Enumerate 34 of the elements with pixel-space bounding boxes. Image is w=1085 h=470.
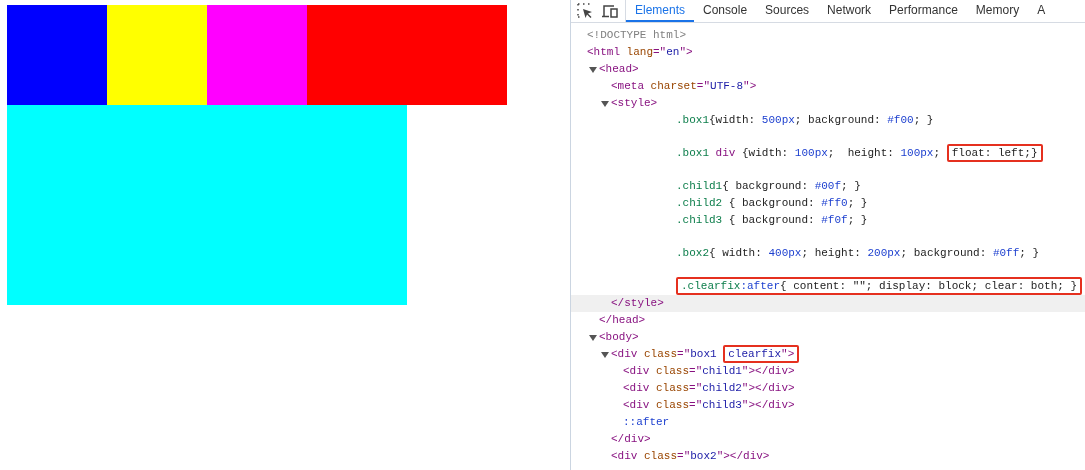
dom-node-line[interactable]: <div class="box1 clearfix"> [611,346,800,363]
devtools-tab[interactable]: Console [694,0,757,22]
dom-node-line[interactable]: <head> [599,61,639,78]
dom-node-line[interactable]: </div> [611,431,651,448]
dom-node-line[interactable]: <div class="child1"></div> [623,363,795,380]
devtools-tab[interactable]: Memory [966,0,1029,22]
devtools-tab[interactable]: Performance [880,0,967,22]
expand-triangle-icon[interactable] [601,350,609,359]
dom-node-line[interactable]: <!DOCTYPE html> [587,27,687,44]
expand-triangle-icon[interactable] [589,333,597,342]
dom-node-line[interactable]: </head> [599,312,646,329]
devtools-tab[interactable]: Sources [756,0,819,22]
css-rule-line[interactable]: .child3 { background: #f0f; } [676,212,868,229]
css-rule-line[interactable]: .box2{ width: 400px; height: 200px; background: #0ff; } [676,245,1040,262]
dom-node-line[interactable]: <body> [599,329,639,346]
css-rule-line[interactable]: .child1{ background: #00f; } [676,178,861,195]
inspect-element-icon[interactable] [577,3,593,19]
devtools-tab[interactable]: Network [818,0,881,22]
dom-node-line[interactable]: <div class="child3"></div> [623,397,795,414]
expand-triangle-icon[interactable] [601,99,609,108]
css-rule-line[interactable]: .box1 div {width: 100px; height: 100px; float: left;} [676,145,1043,162]
expand-triangle-icon[interactable] [589,65,597,74]
devtools-tab[interactable]: Elements [626,0,695,22]
dom-node-line[interactable]: <div class="child2"></div> [623,380,795,397]
css-rule-line[interactable]: .box1{width: 500px; background: #f00; } [676,112,934,129]
css-rule-line[interactable]: .child2 { background: #ff0; } [676,195,868,212]
dom-node-line[interactable]: </style> [611,295,664,312]
dom-node-line[interactable]: <meta charset="UTF-8"> [611,78,757,95]
dom-node-line[interactable]: <html lang="en"> [587,44,693,61]
dom-node-line[interactable]: <div class="box2"></div> [611,448,770,465]
dom-node-line[interactable]: <style> [611,95,658,112]
devtools-tab[interactable]: A [1028,0,1055,22]
device-toolbar-icon[interactable] [601,3,619,19]
dom-node-line[interactable]: ::after [623,414,670,431]
